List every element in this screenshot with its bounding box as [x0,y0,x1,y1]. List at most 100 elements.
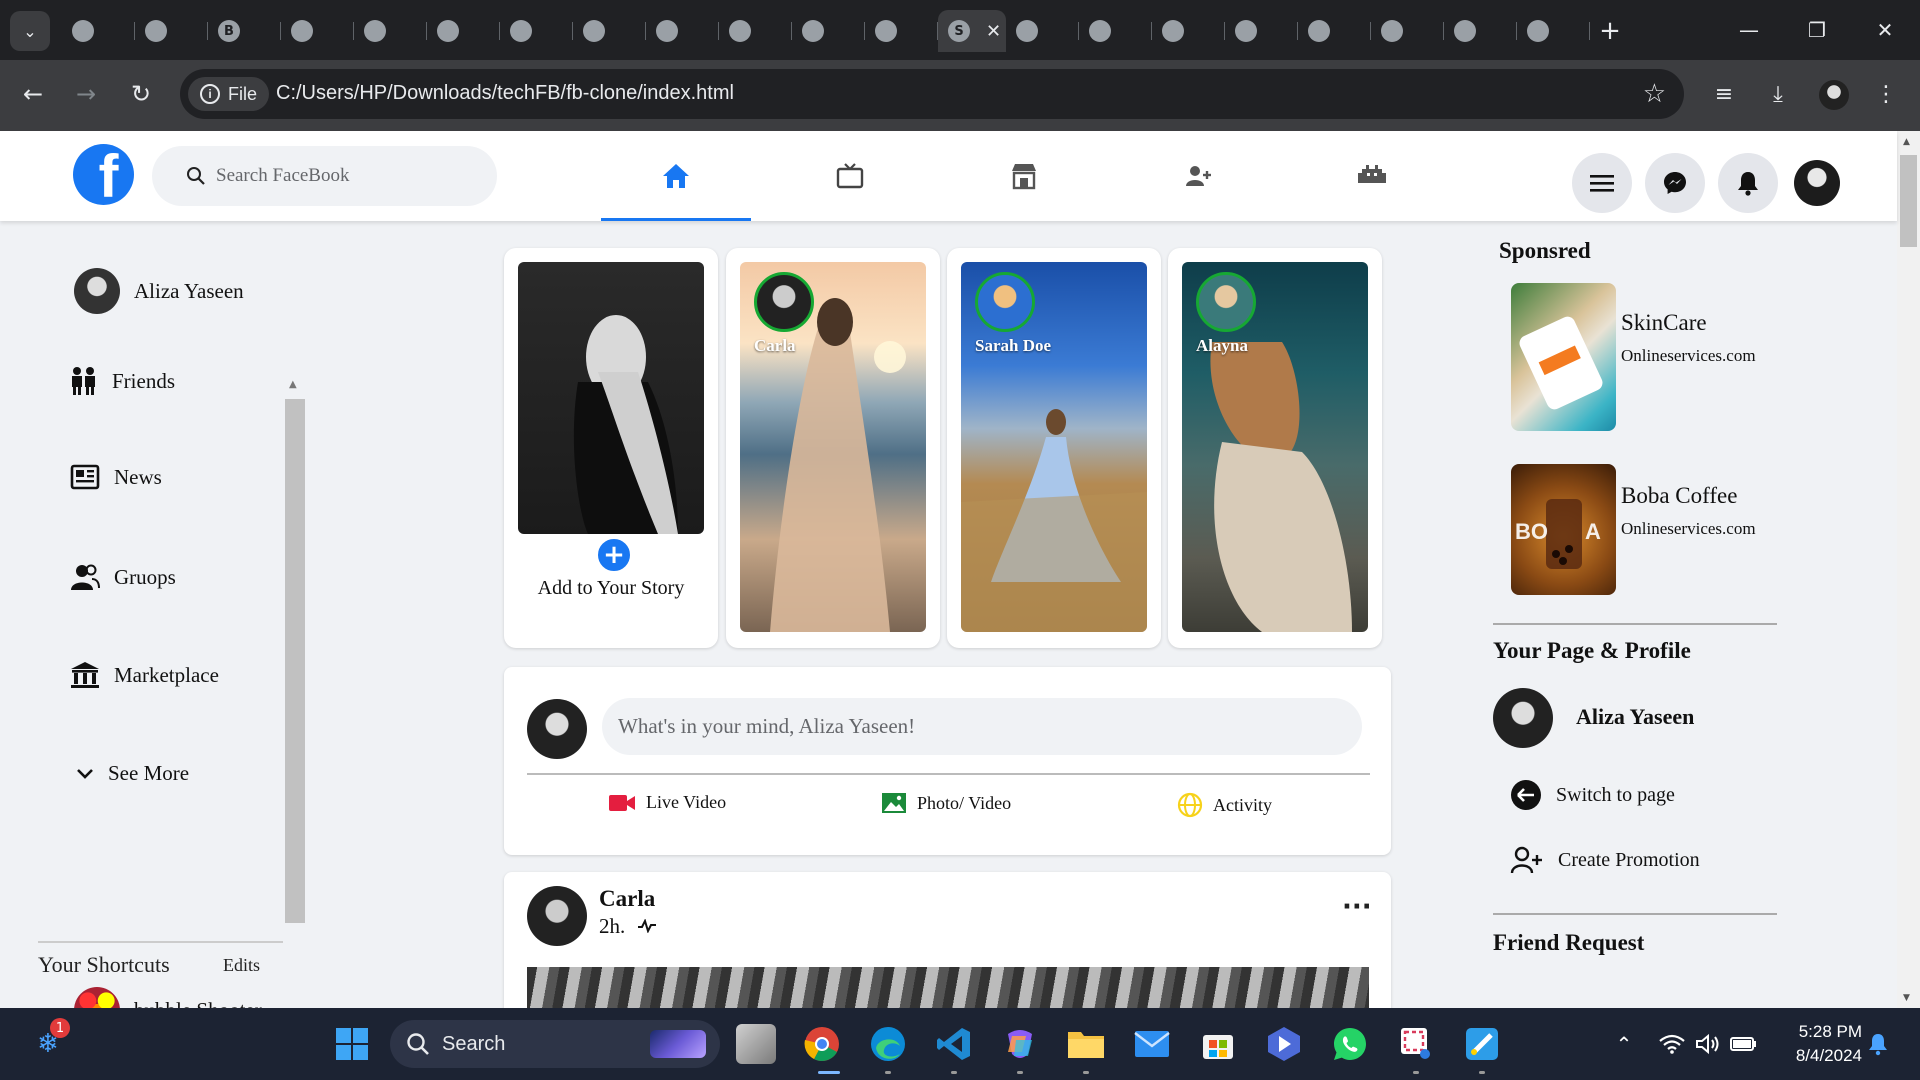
notifications-button[interactable] [1718,153,1778,213]
story-card[interactable]: Alayna [1168,248,1382,648]
story-card[interactable]: Sarah Doe [947,248,1161,648]
sidebar-item-marketplace[interactable]: Marketplace [70,661,219,689]
taskbar-edge[interactable] [868,1024,908,1064]
scroll-down-arrow-icon[interactable]: ▼ [1903,993,1910,1003]
browser-tab-active[interactable]: S ✕ [938,10,1006,52]
wifi-button[interactable] [1652,1024,1692,1064]
browser-tab[interactable] [281,10,354,52]
taskbar-store[interactable] [1198,1024,1238,1064]
scroll-up-arrow-icon[interactable]: ▲ [1903,137,1910,147]
task-view-button[interactable] [736,1024,776,1064]
new-tab-button[interactable]: + [1590,10,1630,52]
page-scrollbar[interactable]: ▲ ▼ [1897,131,1920,1008]
page-profile-name[interactable]: Aliza Yaseen [1576,704,1694,730]
downloads-button[interactable]: ⤓ [1758,74,1798,114]
nav-watch[interactable] [775,131,925,221]
site-info-chip[interactable]: i File [188,77,270,111]
weather-widget[interactable]: ❄ 1 [28,1018,70,1064]
taskbar-app-blue[interactable] [1264,1024,1304,1064]
post-author[interactable]: Carla [599,886,655,912]
shortcut-item[interactable]: bubble Shooter [74,987,262,1008]
sidebar-profile[interactable]: Aliza Yaseen [74,268,244,314]
browser-tab[interactable] [1079,10,1152,52]
live-video-button[interactable]: Live Video [608,792,726,813]
browser-tab[interactable] [1225,10,1298,52]
reload-button[interactable]: ↻ [121,74,161,114]
nav-gaming[interactable] [1297,131,1447,221]
url-text[interactable]: C:/Users/HP/Downloads/techFB/fb-clone/in… [276,82,734,105]
taskbar-file-explorer[interactable] [1066,1024,1106,1064]
activity-button[interactable]: Activity [1177,792,1272,818]
back-button[interactable]: ← [13,74,53,114]
browser-tab[interactable] [573,10,646,52]
browser-menu-button[interactable]: ⋮ [1866,74,1906,114]
taskbar-search[interactable]: Search [390,1020,720,1068]
taskbar-chrome[interactable] [802,1024,842,1064]
browser-tab[interactable] [792,10,865,52]
notification-center-button[interactable] [1858,1024,1898,1064]
avatar[interactable] [1493,688,1553,748]
volume-button[interactable] [1688,1024,1728,1064]
browser-tab[interactable] [646,10,719,52]
nav-marketplace[interactable] [949,131,1099,221]
avatar[interactable] [527,886,587,946]
facebook-logo[interactable]: f [73,144,134,205]
taskbar-mail[interactable] [1132,1024,1172,1064]
menu-button[interactable] [1572,153,1632,213]
browser-tab[interactable] [1298,10,1371,52]
browser-tab[interactable]: B [208,10,281,52]
browser-tab[interactable] [354,10,427,52]
browser-tab[interactable] [135,10,208,52]
taskbar-copilot[interactable] [1000,1024,1040,1064]
sidebar-item-friends[interactable]: Friends [70,366,175,396]
browser-tab[interactable] [427,10,500,52]
nav-home[interactable] [601,131,751,221]
close-tab-icon[interactable]: ✕ [986,21,1001,42]
sidebar-item-news[interactable]: News [70,464,162,490]
see-more-button[interactable]: See More [76,761,189,786]
scroll-up-arrow-icon[interactable]: ▲ [289,379,297,390]
taskbar-whatsapp[interactable] [1330,1024,1370,1064]
forward-button[interactable]: → [66,74,106,114]
restore-button[interactable]: ❐ [1783,0,1851,60]
browser-tab[interactable] [1006,10,1079,52]
sidebar-item-groups[interactable]: Gruops [70,563,176,591]
story-card[interactable]: Carla [726,248,940,648]
post-image[interactable] [527,967,1369,1008]
browser-tab[interactable] [1444,10,1517,52]
browser-tab[interactable] [500,10,573,52]
browser-profile-avatar[interactable] [1819,80,1849,110]
messenger-button[interactable] [1645,153,1705,213]
minimize-button[interactable]: — [1715,0,1783,60]
page-scrollbar-thumb[interactable] [1900,155,1917,247]
system-clock[interactable]: 5:28 PM 8/4/2024 [1772,1020,1862,1068]
post-more-button[interactable]: ··· [1342,892,1372,922]
battery-button[interactable] [1724,1024,1764,1064]
composer-input[interactable] [618,714,1338,739]
show-hidden-icons-button[interactable]: ⌃ [1604,1024,1644,1064]
reading-list-button[interactable]: ≡ [1704,74,1744,114]
bookmark-star-icon[interactable]: ☆ [1643,79,1666,109]
create-promotion-button[interactable]: Create Promotion [1510,845,1700,875]
plus-icon[interactable]: + [595,536,633,574]
switch-to-page-button[interactable]: Switch to page [1510,779,1675,811]
browser-tab[interactable] [1517,10,1590,52]
browser-tab[interactable] [1371,10,1444,52]
browser-tab[interactable] [719,10,792,52]
nav-friends[interactable] [1123,131,1273,221]
shortcuts-edit-link[interactable]: Edits [223,955,260,976]
account-avatar[interactable] [1794,160,1840,206]
tab-search-button[interactable]: ⌄ [10,11,50,51]
start-button[interactable] [332,1024,372,1064]
sidebar-scrollbar-thumb[interactable] [285,399,305,923]
photo-video-button[interactable]: Photo/ Video [881,792,1011,814]
browser-tab[interactable] [1152,10,1225,52]
browser-tab[interactable] [865,10,938,52]
address-bar[interactable]: i File C:/Users/HP/Downloads/techFB/fb-c… [180,69,1684,119]
add-story-card[interactable]: + Add to Your Story [504,248,718,648]
close-window-button[interactable]: ✕ [1851,0,1919,60]
search-input[interactable] [216,165,496,187]
taskbar-snipping[interactable] [1396,1024,1436,1064]
browser-tab[interactable] [62,10,135,52]
taskbar-app-paint[interactable] [1462,1024,1502,1064]
